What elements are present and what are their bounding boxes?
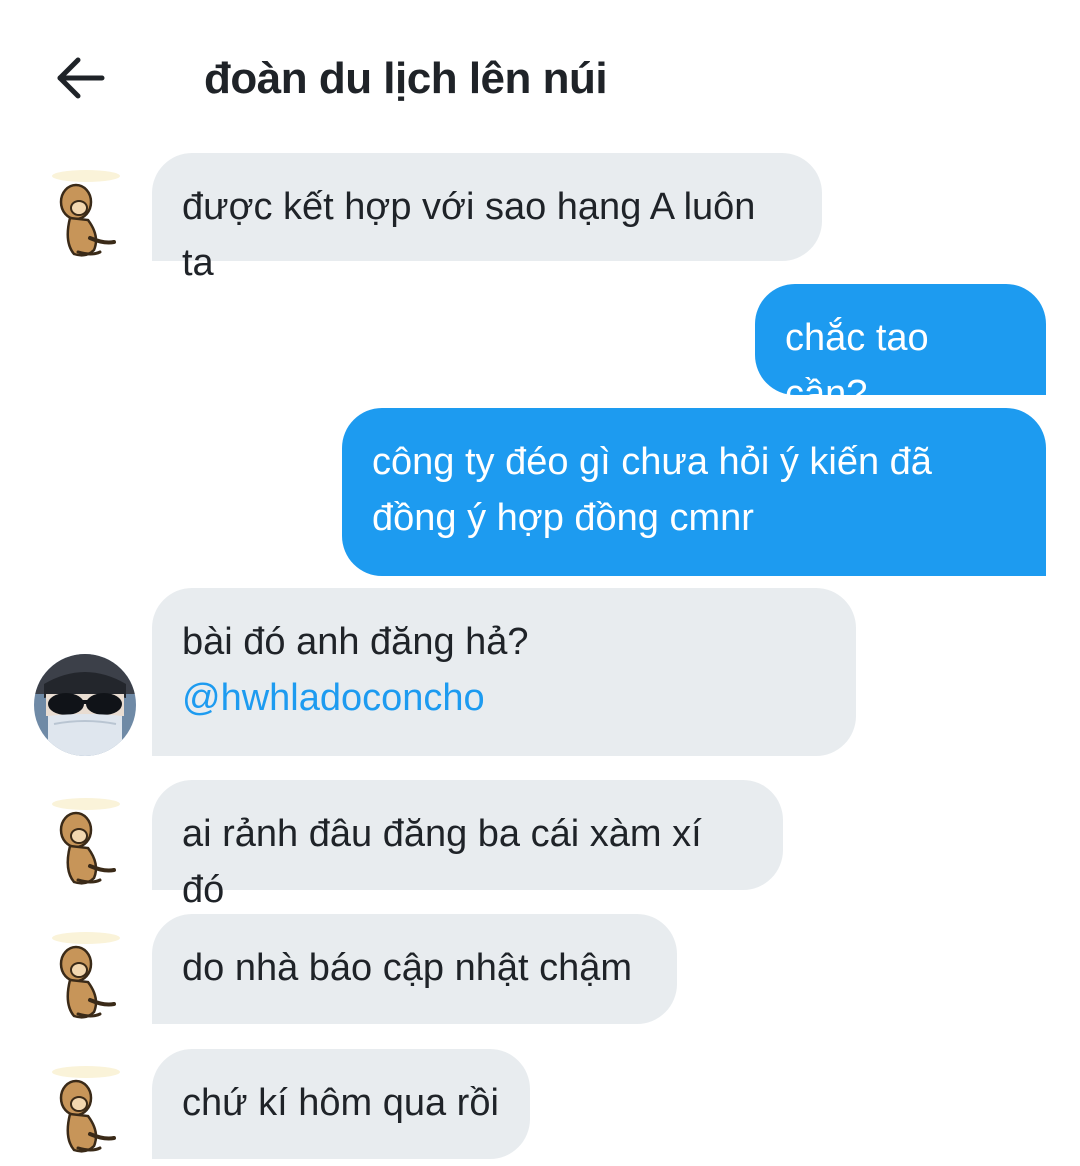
monkey-sticker-avatar[interactable]	[34, 790, 138, 894]
message-text: bài đó anh đăng hả?	[182, 621, 529, 663]
message-text: ai rảnh đâu đăng ba cái xàm xí đó	[182, 813, 702, 911]
user-photo-avatar[interactable]	[34, 654, 136, 756]
mention-link[interactable]: @hwhladoconcho	[182, 670, 826, 726]
monkey-sticker-avatar[interactable]	[34, 1058, 138, 1162]
message-bubble-incoming[interactable]: do nhà báo cập nhật chậm	[152, 914, 677, 1024]
monkey-sticker-avatar[interactable]	[34, 924, 138, 1028]
monkey-sticker-avatar[interactable]	[34, 162, 138, 266]
message-text: do nhà báo cập nhật chậm	[182, 947, 633, 989]
arrow-left-icon	[57, 57, 105, 99]
message-bubble-incoming[interactable]: ai rảnh đâu đăng ba cái xàm xí đó	[152, 780, 783, 911]
message-text: chứ kí hôm qua rồi	[182, 1082, 499, 1124]
message-bubble-incoming[interactable]: chứ kí hôm qua rồi	[152, 1049, 530, 1159]
chat-header: đoàn du lịch lên núi	[0, 0, 1080, 150]
message-text: công ty đéo gì chưa hỏi ý kiến đã	[372, 441, 932, 483]
avatar-image	[34, 654, 136, 756]
message-text: được kết hợp với sao hạng A luôn ta	[182, 186, 756, 284]
message-text: chắc tao cần?	[785, 317, 929, 415]
message-text: đồng ý hợp đồng cmnr	[372, 497, 754, 539]
message-bubble-outgoing[interactable]: chắc tao cần?	[755, 284, 1046, 415]
message-bubble-incoming[interactable]: được kết hợp với sao hạng A luôn ta	[152, 153, 822, 284]
message-bubble-incoming[interactable]: bài đó anh đăng hả? @hwhladoconcho	[152, 588, 856, 756]
back-button[interactable]	[48, 48, 112, 108]
message-bubble-outgoing[interactable]: công ty đéo gì chưa hỏi ý kiến đã đồng ý…	[342, 408, 1046, 576]
conversation-title: đoàn du lịch lên núi	[204, 54, 608, 103]
